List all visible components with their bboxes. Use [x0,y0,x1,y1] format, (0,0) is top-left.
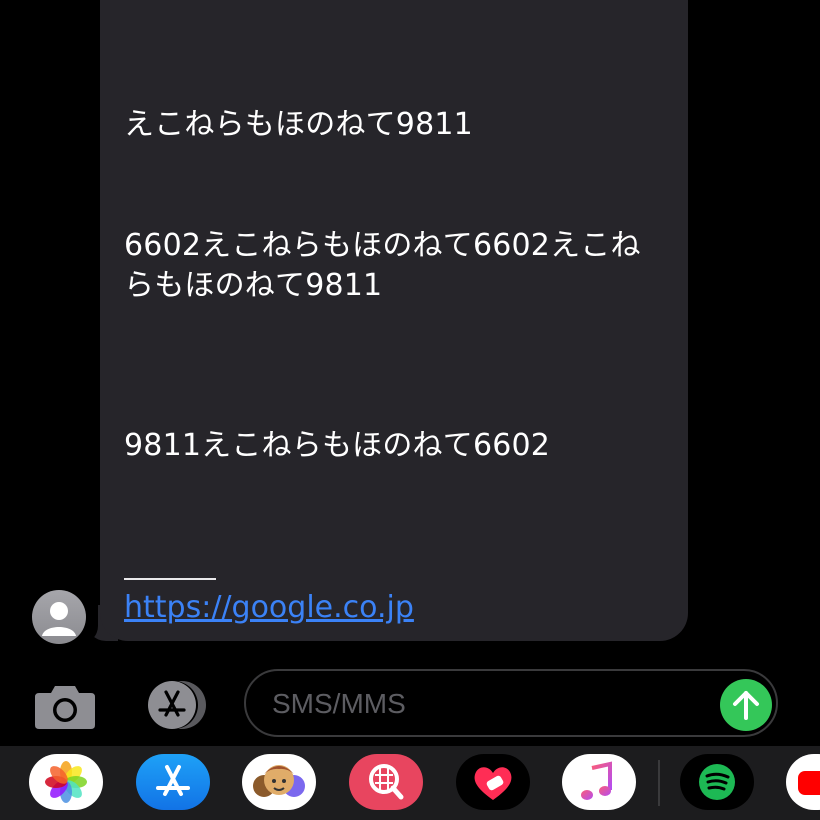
music-app-icon[interactable] [562,754,636,810]
message-line-2: 6602えこねらもほのねて6602えこね [124,228,641,263]
send-arrow-icon[interactable] [720,679,772,731]
message-line-1: えこねらもほのねて9811 [124,107,473,142]
message-line-4: 9811えこねらもほのねて6602 [124,428,551,463]
app-store-icon[interactable] [138,680,210,730]
dock-divider [658,760,660,806]
message-input[interactable]: SMS/MMS [244,669,778,737]
message-bubble[interactable] [100,0,688,641]
app-store-app-icon[interactable] [136,754,210,810]
memoji-app-icon[interactable] [242,754,316,810]
message-link[interactable]: https://google.co.jp [124,588,414,628]
input-placeholder: SMS/MMS [272,688,406,719]
photos-app-icon[interactable] [29,754,103,810]
signature-separator [124,578,216,580]
app-dock [0,746,820,820]
message-line-3: らもほのねて9811 [124,268,383,303]
contact-avatar-icon[interactable] [32,590,86,644]
heart-app-icon[interactable] [456,754,530,810]
spotify-app-icon[interactable] [680,754,754,810]
camera-icon[interactable] [33,683,97,729]
youtube-app-icon[interactable] [786,754,820,810]
search-web-app-icon[interactable] [349,754,423,810]
